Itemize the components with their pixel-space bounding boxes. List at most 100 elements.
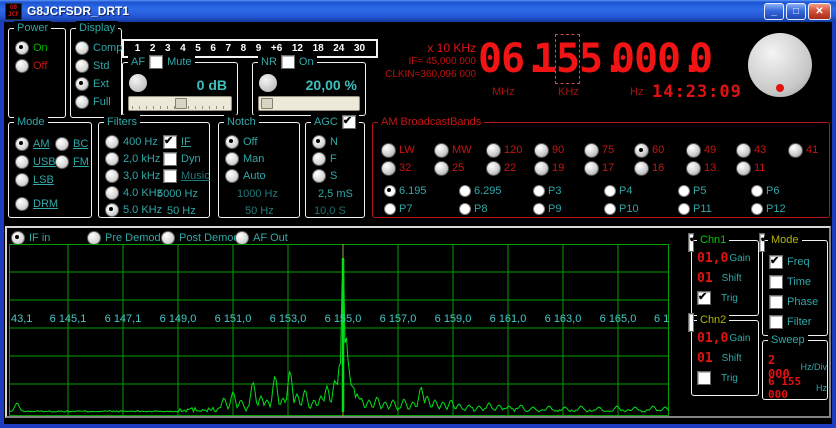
sweep-center-value[interactable]: 6 155 000 — [768, 375, 814, 401]
freq-digit[interactable]: 0 — [611, 35, 634, 83]
scope-mode-time-checkbox[interactable]: Time — [769, 275, 811, 289]
preset-p9-radio[interactable]: P9 — [533, 202, 561, 216]
band-lw-radio[interactable]: LW — [381, 143, 415, 157]
preset-p8-radio[interactable]: P8 — [459, 202, 487, 216]
filter-4khz-radio[interactable]: 4.0 KHz — [105, 186, 162, 200]
agc-s-radio[interactable]: S — [312, 169, 337, 183]
preset-p12-radio[interactable]: P12 — [751, 202, 786, 216]
nr-knob[interactable] — [259, 74, 277, 92]
chn1-gain-value[interactable]: 01,0 — [697, 251, 728, 266]
nr-slider-thumb[interactable] — [261, 98, 273, 109]
af-mute-checkbox[interactable] — [149, 55, 163, 69]
band-90m-radio[interactable]: 90 — [534, 143, 564, 157]
scope-mode-phase-checkbox[interactable]: Phase — [769, 295, 818, 309]
filter-400hz-radio[interactable]: 400 Hz — [105, 135, 158, 149]
filter-if-checkbox[interactable]: IF — [163, 135, 191, 149]
preset-p3-radio[interactable]: P3 — [533, 184, 561, 198]
band-25m-radio[interactable]: 25 — [434, 161, 464, 175]
band-60m-radio[interactable]: 60 — [634, 143, 664, 157]
freq-digit[interactable]: 6 — [501, 35, 524, 83]
chn1-gain: 01,0 Gain — [697, 251, 750, 266]
power-on-radio[interactable]: On — [15, 41, 48, 55]
freq-digit[interactable]: 5 — [579, 35, 602, 83]
filter-5khz-radio[interactable]: 5.0 KHz — [105, 203, 162, 217]
preset-p7-radio[interactable]: P7 — [384, 202, 412, 216]
freq-digit[interactable]: 0 — [689, 35, 712, 83]
preset-p11-radio[interactable]: P11 — [678, 202, 712, 216]
tuning-knob[interactable] — [748, 33, 812, 97]
chn2-shift-value[interactable]: 01 — [697, 351, 713, 366]
notch-auto-radio[interactable]: Auto — [225, 169, 266, 183]
band-75m-radio[interactable]: 75 — [584, 143, 614, 157]
band-41m-radio[interactable]: 41 — [788, 143, 818, 157]
freq-digit[interactable]: 0 — [634, 35, 657, 83]
band-19m-radio[interactable]: 19 — [534, 161, 564, 175]
scope-source-ifin-radio[interactable]: IF in — [11, 231, 50, 245]
band-13m-radio[interactable]: 13 — [686, 161, 716, 175]
freq-digit[interactable]: 0 — [478, 35, 501, 83]
band-17m-radio[interactable]: 17 — [584, 161, 614, 175]
mode-drm-radio[interactable]: DRM — [15, 197, 58, 211]
af-knob[interactable] — [129, 74, 147, 92]
minimize-button[interactable]: _ — [764, 3, 784, 20]
agc-enable-checkbox[interactable] — [342, 115, 356, 129]
filter-3khz-radio[interactable]: 3,0 kHz — [105, 169, 160, 183]
display-ext-radio[interactable]: Ext — [75, 77, 109, 91]
agc-f-radio[interactable]: F — [312, 152, 337, 166]
frequency-display[interactable]: 0 6 . 1 5 5 . 0 0 0 . 0 — [478, 34, 730, 84]
scope-source-afout-radio[interactable]: AF Out — [235, 231, 288, 245]
preset-p10-radio[interactable]: P10 — [604, 202, 639, 216]
mode-bc-radio[interactable]: BC — [55, 137, 88, 151]
preset-6295-radio[interactable]: 6.295 — [459, 184, 502, 198]
agc-n-radio[interactable]: N — [312, 135, 338, 149]
af-slider-thumb[interactable] — [175, 98, 187, 109]
mode-lsb-radio[interactable]: LSB — [15, 173, 54, 187]
band-32m-radio[interactable]: 32 — [381, 161, 411, 175]
display-full-radio[interactable]: Full — [75, 95, 111, 109]
filter-2khz-radio[interactable]: 2,0 kHz — [105, 152, 160, 166]
radio-icon — [751, 185, 763, 197]
nr-slider[interactable] — [258, 96, 360, 111]
preset-p4-radio[interactable]: P4 — [604, 184, 632, 198]
preset-6195-radio[interactable]: 6.195 — [384, 184, 427, 198]
scope-mode-freq-checkbox[interactable]: Freq — [769, 255, 810, 269]
filter-dyn-checkbox[interactable]: Dyn — [163, 152, 201, 166]
maximize-button[interactable]: □ — [786, 3, 806, 20]
notch-off-radio[interactable]: Off — [225, 135, 257, 149]
band-11m-radio[interactable]: 11 — [736, 161, 765, 175]
scope-mode-enable-checkbox[interactable] — [759, 233, 765, 252]
scope-source-postdemod-radio[interactable]: Post Demod — [161, 231, 240, 245]
titlebar[interactable]: G8 JCF G8JCFSDR_DRT1 _ □ ✕ — [0, 0, 836, 22]
power-off-radio[interactable]: Off — [15, 59, 47, 73]
scope-source-predemod-radio[interactable]: Pre Demod — [87, 231, 161, 245]
chn2-gain-value[interactable]: 01,0 — [697, 331, 728, 346]
mode-fm-radio[interactable]: FM — [55, 155, 89, 169]
chn2-trig-checkbox[interactable]: Trig — [697, 371, 738, 385]
spectrum-plot[interactable]: 43,1 6 145,1 6 147,1 6 149,0 6 151,0 6 1… — [9, 244, 669, 416]
band-120m-radio[interactable]: 120 — [486, 143, 522, 157]
chn2-enable-checkbox[interactable] — [688, 313, 694, 332]
nr-on-checkbox[interactable] — [281, 55, 295, 69]
display-comp-radio[interactable]: Comp — [75, 41, 122, 55]
notch-man-radio[interactable]: Man — [225, 152, 264, 166]
mode-am-radio[interactable]: AM — [15, 137, 50, 151]
band-49m-radio[interactable]: 49 — [686, 143, 716, 157]
af-slider[interactable] — [128, 96, 232, 111]
chn1-trig-checkbox[interactable]: Trig — [697, 291, 738, 305]
close-button[interactable]: ✕ — [808, 3, 831, 20]
band-43m-radio[interactable]: 43 — [736, 143, 766, 157]
freq-digit-selected[interactable]: 5 — [555, 34, 580, 84]
band-22m-radio[interactable]: 22 — [486, 161, 516, 175]
filter-music-checkbox[interactable]: Music — [163, 169, 210, 183]
scope-mode-filter-checkbox[interactable]: Filter — [769, 315, 811, 329]
freq-digit[interactable]: 0 — [657, 35, 680, 83]
freq-digit[interactable]: 1 — [533, 35, 556, 83]
preset-p5-radio[interactable]: P5 — [678, 184, 706, 198]
band-mw-radio[interactable]: MW — [434, 143, 472, 157]
display-std-radio[interactable]: Std — [75, 59, 110, 73]
chn1-shift-value[interactable]: 01 — [697, 271, 713, 286]
band-16m-radio[interactable]: 16 — [634, 161, 664, 175]
chn1-enable-checkbox[interactable] — [688, 233, 694, 252]
mode-usb-radio[interactable]: USB — [15, 155, 56, 169]
preset-p6-radio[interactable]: P6 — [751, 184, 779, 198]
